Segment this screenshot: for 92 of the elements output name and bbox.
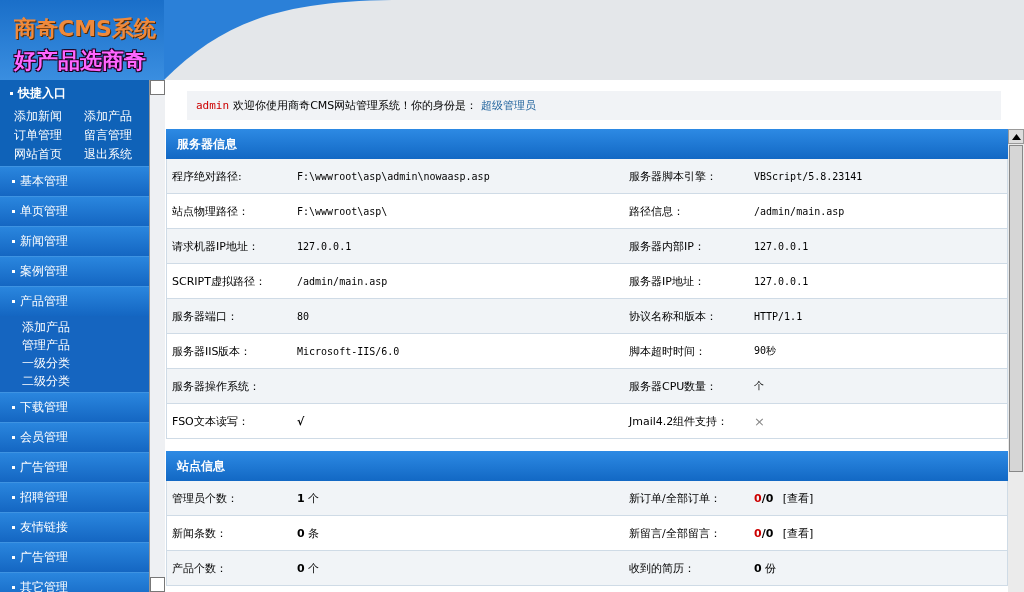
bullet-icon	[12, 180, 15, 183]
field-value: 0 条	[297, 526, 320, 540]
field-value: /admin/main.asp	[754, 205, 845, 217]
sidebar-menu-item[interactable]: 招聘管理	[20, 489, 68, 506]
view-link[interactable]: [查看]	[782, 526, 814, 540]
bullet-icon	[12, 270, 15, 273]
field-value: 127.0.0.1	[297, 240, 352, 252]
bullet-icon	[12, 300, 15, 303]
new-count: 0	[754, 491, 762, 505]
check-mark: √	[297, 414, 305, 428]
submenu-link[interactable]: 添加产品	[22, 318, 149, 336]
field-label: 产品个数：	[171, 560, 228, 576]
quick-link[interactable]: 留言管理	[84, 127, 149, 144]
bullet-icon	[12, 526, 15, 529]
field-label: 协议名称和版本：	[628, 308, 718, 324]
field-label: SCRIPT虚拟路径：	[171, 273, 267, 289]
field-label: 服务器内部IP：	[628, 238, 706, 254]
field-label: 新留言/全部留言：	[628, 525, 722, 541]
bullet-icon	[12, 466, 15, 469]
field-value: VBScript/5.8.23141	[754, 170, 863, 182]
field-value: HTTP/1.1	[754, 310, 803, 322]
submenu-link[interactable]: 管理产品	[22, 336, 149, 354]
bullet-icon	[12, 210, 15, 213]
submenu-link[interactable]: 二级分类	[22, 372, 149, 390]
field-value: 0 份	[754, 561, 777, 575]
field-label: 站点物理路径：	[171, 203, 250, 219]
field-label: 请求机器IP地址：	[171, 238, 260, 254]
scrollbar[interactable]	[1008, 129, 1024, 592]
bullet-icon	[12, 556, 15, 559]
sidebar-menu-item[interactable]: 案例管理	[20, 263, 68, 280]
bullet-icon	[12, 586, 15, 589]
field-label: 脚本超时时间：	[628, 343, 707, 359]
bullet-icon	[12, 240, 15, 243]
field-value: Microsoft-IIS/6.0	[297, 345, 400, 357]
sidebar-menu-item[interactable]: 下载管理	[20, 399, 68, 416]
quick-link[interactable]: 订单管理	[14, 127, 84, 144]
field-label: 服务器脚本引擎：	[628, 168, 718, 184]
sidebar-section-title: 快捷入口	[18, 85, 66, 102]
total-count: /0	[761, 526, 774, 540]
username: admin	[196, 99, 230, 112]
field-label: Jmail4.2组件支持：	[627, 413, 730, 429]
total-count: /0	[761, 491, 774, 505]
field-label: 服务器操作系统：	[171, 378, 261, 394]
quick-link[interactable]: 退出系统	[84, 146, 149, 163]
view-link[interactable]: [查看]	[782, 491, 814, 505]
bullet-icon	[12, 436, 15, 439]
new-count: 0	[754, 526, 762, 540]
field-value: F:\wwwroot\asp\	[297, 205, 388, 217]
field-label: 管理员个数：	[171, 490, 239, 506]
sidebar-menu-item[interactable]: 广告管理	[20, 459, 68, 476]
sidebar-menu-item[interactable]: 会员管理	[20, 429, 68, 446]
field-label: 新闻条数：	[171, 525, 228, 541]
scrollbar[interactable]	[149, 80, 165, 592]
field-value: 90秒	[754, 345, 777, 356]
field-value: 127.0.0.1	[754, 240, 809, 252]
field-value: 0 个	[297, 561, 320, 575]
cross-mark: ×	[754, 413, 765, 429]
quick-link[interactable]: 添加新闻	[14, 108, 84, 125]
field-label: 服务器IP地址：	[628, 273, 706, 289]
panel-header: 站点信息	[166, 451, 1008, 481]
field-value: 1 个	[297, 491, 320, 505]
role-link[interactable]: 超级管理员	[481, 98, 537, 113]
field-value: 80	[297, 310, 310, 322]
logo-slogan: 好产品选商奇	[14, 47, 147, 75]
field-label: 路径信息：	[628, 203, 685, 219]
sidebar-menu-item[interactable]: 广告管理	[20, 549, 68, 566]
bullet-icon	[12, 406, 15, 409]
sidebar-menu-item[interactable]: 友情链接	[20, 519, 68, 536]
field-label: FSO文本读写：	[171, 413, 250, 429]
field-label: 服务器端口：	[171, 308, 239, 324]
field-value: /admin/main.asp	[297, 275, 388, 287]
bullet-icon	[10, 92, 13, 95]
field-value: 个	[754, 380, 764, 391]
sidebar-menu-item[interactable]: 产品管理	[20, 293, 68, 310]
field-label: 服务器CPU数量：	[628, 378, 719, 394]
welcome-text: 欢迎你使用商奇CMS网站管理系统！你的身份是：	[233, 98, 478, 113]
logo-title: 商奇CMS系统	[14, 15, 157, 43]
panel-header: 服务器信息	[166, 129, 1008, 159]
field-value: 127.0.0.1	[754, 275, 809, 287]
quick-link[interactable]: 网站首页	[14, 146, 84, 163]
sidebar-menu-item[interactable]: 单页管理	[20, 203, 68, 220]
quick-link[interactable]: 添加产品	[84, 108, 149, 125]
field-label: 新订单/全部订单：	[628, 490, 722, 506]
field-label: 程序绝对路径:	[171, 168, 243, 184]
scroll-up-icon[interactable]	[1008, 129, 1024, 144]
field-value: F:\wwwroot\asp\admin\nowaasp.asp	[297, 170, 490, 182]
submenu-link[interactable]: 一级分类	[22, 354, 149, 372]
sidebar-menu-item[interactable]: 新闻管理	[20, 233, 68, 250]
sidebar-menu-item[interactable]: 基本管理	[20, 173, 68, 190]
field-label: 服务器IIS版本：	[171, 343, 253, 359]
bullet-icon	[12, 496, 15, 499]
field-label: 收到的简历：	[628, 560, 696, 576]
